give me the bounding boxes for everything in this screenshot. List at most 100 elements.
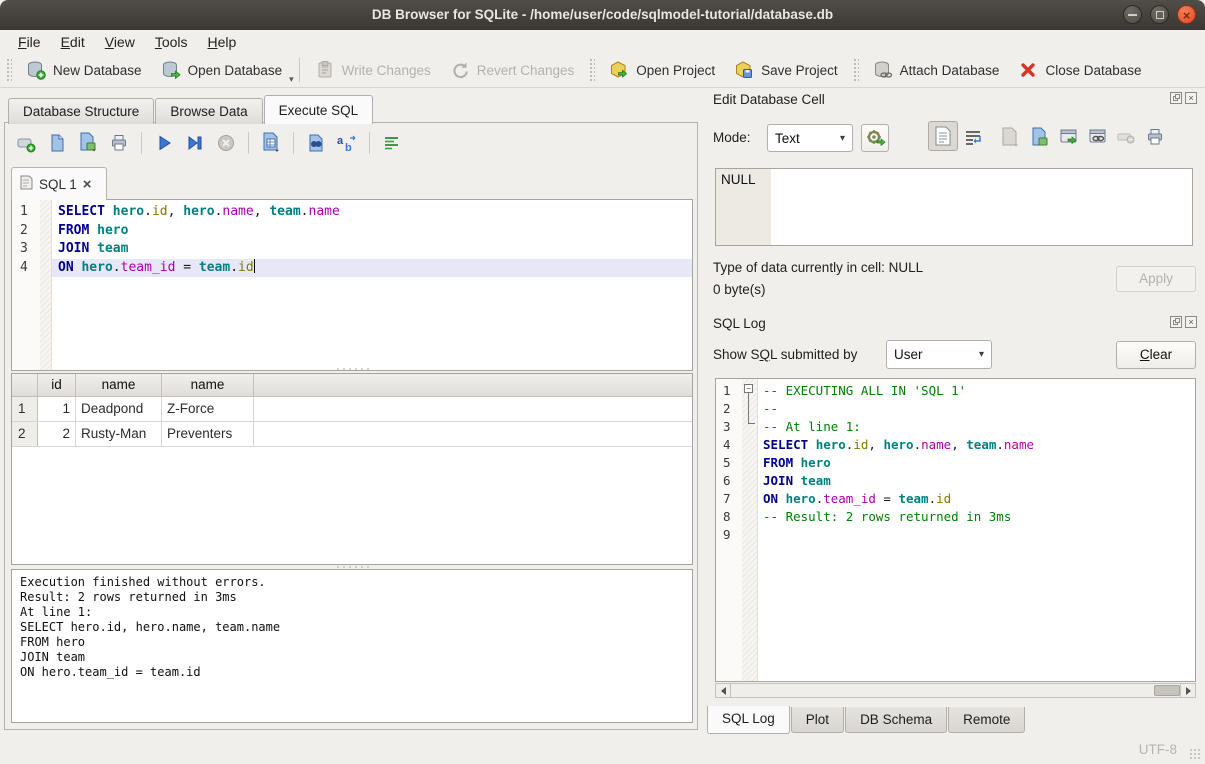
menu-file[interactable]: File <box>8 33 51 51</box>
dock-close-icon[interactable]: × <box>1185 316 1197 328</box>
toolbar-drag-handle[interactable] <box>6 58 12 82</box>
write-changes-icon <box>314 59 336 81</box>
editor-fold-margin <box>40 200 52 370</box>
open-external-icon[interactable] <box>1057 125 1081 149</box>
dock-tab-bar: SQL Log Plot DB Schema Remote <box>707 707 1026 734</box>
clear-log-button[interactable]: Clear <box>1116 341 1196 369</box>
svg-text:b: b <box>345 142 352 154</box>
save-project-button[interactable]: Save Project <box>724 55 847 85</box>
row-header[interactable]: 1 <box>12 397 38 421</box>
print-icon[interactable] <box>108 132 130 154</box>
new-database-button[interactable]: New Database <box>16 55 151 85</box>
table-row[interactable]: 2 2 Rusty-Man Preventers <box>12 422 692 447</box>
open-project-button[interactable]: Open Project <box>599 55 724 85</box>
execute-all-icon[interactable] <box>153 132 175 154</box>
menu-view[interactable]: View <box>95 33 145 51</box>
splitter-handle[interactable] <box>335 367 373 371</box>
revert-changes-button[interactable]: Revert Changes <box>440 55 584 85</box>
row-header[interactable]: 2 <box>12 422 38 446</box>
close-database-icon <box>1017 59 1039 81</box>
cell-team-name[interactable]: Preventers <box>162 422 254 446</box>
write-changes-button[interactable]: Write Changes <box>305 55 440 85</box>
dock-close-icon[interactable]: × <box>1185 92 1197 104</box>
results-corner[interactable] <box>12 374 38 396</box>
print-cell-icon[interactable] <box>1143 125 1167 149</box>
tab-db-schema[interactable]: DB Schema <box>845 707 947 733</box>
close-database-button[interactable]: Close Database <box>1008 55 1150 85</box>
log-horizontal-scrollbar[interactable] <box>715 683 1196 698</box>
new-sql-tab-icon[interactable] <box>15 132 37 154</box>
execution-message-area[interactable]: Execution finished without errors. Resul… <box>11 569 693 723</box>
fold-marker[interactable]: − <box>744 384 753 393</box>
resize-grip-icon[interactable] <box>1189 748 1201 760</box>
log-line <box>758 526 1195 544</box>
mode-select[interactable]: Text▾ <box>767 124 853 152</box>
sql-tab-label: SQL 1 <box>39 177 77 192</box>
menu-tools[interactable]: Tools <box>145 33 198 51</box>
cell-id[interactable]: 2 <box>38 422 76 446</box>
word-wrap-icon[interactable] <box>961 125 985 149</box>
cell-id[interactable]: 1 <box>38 397 76 421</box>
sql-log-filter-label: Show SQL submitted by <box>713 347 857 362</box>
tab-execute-sql[interactable]: Execute SQL <box>264 95 374 124</box>
format-sql-icon[interactable] <box>381 132 403 154</box>
results-header: id name name <box>12 374 692 397</box>
execute-line-icon[interactable] <box>184 132 206 154</box>
minimize-button[interactable] <box>1123 5 1142 24</box>
stop-icon[interactable] <box>215 132 237 154</box>
cell-value-editor[interactable]: NULL <box>715 168 1193 246</box>
menu-help[interactable]: Help <box>198 33 247 51</box>
replace-icon[interactable]: ab <box>336 132 358 154</box>
toolbar-drag-handle[interactable] <box>853 58 859 82</box>
fold-guide <box>748 393 755 424</box>
log-line: SELECT hero.id, hero.name, team.name <box>758 436 1195 454</box>
open-sql-file-icon[interactable] <box>46 132 68 154</box>
execute-sql-panel: ab SQL 1 × 1 2 3 4 SELECT he <box>4 122 698 730</box>
save-sql-file-icon[interactable] <box>77 132 99 154</box>
close-sql-tab-icon[interactable]: × <box>83 177 92 192</box>
link-cell-icon[interactable] <box>1086 125 1110 149</box>
set-null-icon[interactable] <box>1114 125 1138 149</box>
log-code-area[interactable]: -- EXECUTING ALL IN 'SQL 1' -- -- At lin… <box>758 379 1195 681</box>
export-results-icon[interactable] <box>260 132 282 154</box>
tab-browse-data[interactable]: Browse Data <box>155 98 262 124</box>
dock-float-icon[interactable] <box>1170 316 1182 328</box>
find-icon[interactable] <box>305 132 327 154</box>
attach-database-button[interactable]: Attach Database <box>863 55 1009 85</box>
cell-value: NULL <box>716 169 771 245</box>
cell-team-name[interactable]: Z-Force <box>162 397 254 421</box>
cell-hero-name[interactable]: Rusty-Man <box>76 422 162 446</box>
scroll-right-icon[interactable] <box>1180 684 1195 697</box>
tab-sql-log[interactable]: SQL Log <box>707 706 790 734</box>
toolbar-drag-handle[interactable] <box>589 58 595 82</box>
sql-log-filter-select[interactable]: User▾ <box>886 340 992 369</box>
log-line: JOIN team <box>758 472 1195 490</box>
open-database-dropdown[interactable]: ▾ <box>289 74 294 87</box>
tab-remote[interactable]: Remote <box>948 707 1025 733</box>
tab-database-structure[interactable]: Database Structure <box>8 98 154 124</box>
open-database-button[interactable]: Open Database <box>151 55 292 85</box>
table-row[interactable]: 1 1 Deadpond Z-Force <box>12 397 692 422</box>
import-data-icon[interactable] <box>998 125 1022 149</box>
results-col-id[interactable]: id <box>38 374 76 396</box>
auto-apply-button[interactable] <box>861 124 889 152</box>
results-grid[interactable]: id name name 1 1 Deadpond Z-Force 2 2 Ru… <box>11 373 693 565</box>
sql-tab-sql1[interactable]: SQL 1 × <box>11 167 107 200</box>
dock-float-icon[interactable] <box>1170 92 1182 104</box>
apply-button[interactable]: Apply <box>1116 266 1196 292</box>
maximize-button[interactable] <box>1150 5 1169 24</box>
results-col-name2[interactable]: name <box>162 374 254 396</box>
text-mode-button[interactable] <box>928 121 958 151</box>
tab-plot[interactable]: Plot <box>791 707 844 733</box>
menu-edit[interactable]: Edit <box>51 33 95 51</box>
cell-hero-name[interactable]: Deadpond <box>76 397 162 421</box>
results-col-name1[interactable]: name <box>76 374 162 396</box>
export-data-icon[interactable] <box>1028 125 1052 149</box>
sql-log-viewer[interactable]: 12 34 56 78 9 − -- EXECUTING ALL IN 'SQL… <box>715 378 1196 682</box>
close-button[interactable]: × <box>1177 5 1196 24</box>
scroll-left-icon[interactable] <box>716 684 731 697</box>
editor-code-area[interactable]: SELECT hero.id, hero.name, team.name FRO… <box>52 200 692 370</box>
scrollbar-thumb[interactable] <box>1154 685 1180 696</box>
log-line-numbers: 12 34 56 78 9 <box>716 379 742 681</box>
sql-editor[interactable]: 1 2 3 4 SELECT hero.id, hero.name, team.… <box>11 199 693 371</box>
